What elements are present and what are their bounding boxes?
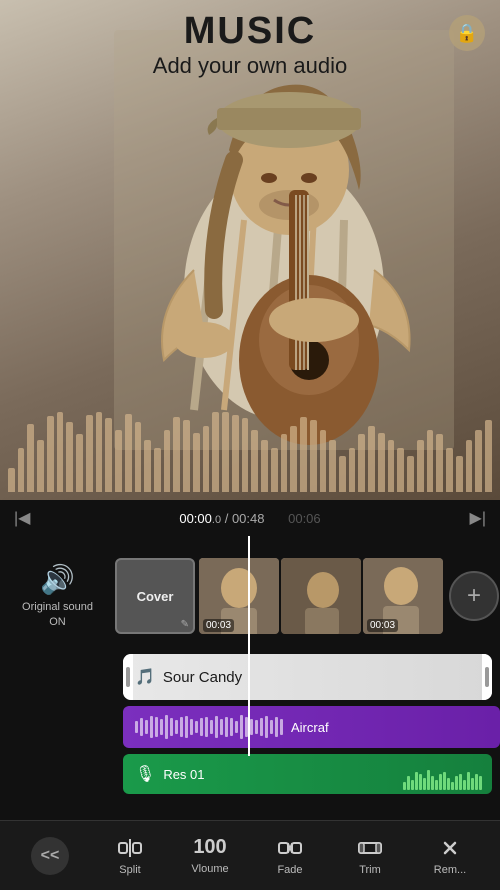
timeline-bar: |◀ 00:00.0 / 00:48 00:06 ▶|	[0, 500, 500, 536]
fade-button[interactable]: Fade	[250, 835, 330, 876]
time-display: 00:00.0 / 00:48 00:06	[42, 511, 457, 526]
tracks-area: 🔊 Original sound ON Cover ✎	[0, 536, 500, 854]
split-label: Split	[119, 864, 140, 876]
back-icon: <<	[41, 847, 60, 865]
audio-tracks: 🎵 Sour Candy Aircraf 🎙 Res 01	[115, 654, 500, 794]
timeline-cursor	[248, 536, 250, 756]
music-heading: MUSIC	[0, 10, 500, 53]
clip-thumb-1[interactable]: 00:03	[199, 558, 279, 634]
volume-value: 100	[193, 836, 226, 859]
original-sound-label: Original sound ON	[22, 600, 93, 629]
waveform-overlay	[0, 400, 500, 500]
music-title-overlay: MUSIC Add your own audio	[0, 10, 500, 79]
video-preview: MUSIC Add your own audio 🔒	[0, 0, 500, 500]
res01-label: Res 01	[163, 767, 204, 782]
music-subtitle: Add your own audio	[0, 53, 500, 79]
res01-track[interactable]: 🎙 Res 01	[123, 754, 492, 794]
back-button-circle[interactable]: <<	[31, 837, 69, 875]
volume-label: Vloume	[191, 863, 228, 875]
mic-icon: 🎙	[135, 764, 155, 784]
clips-strip: Cover ✎ 00:03	[115, 556, 500, 636]
skip-back-button[interactable]: |◀	[10, 506, 34, 530]
original-sound-row: 🔊 Original sound ON Cover ✎	[0, 546, 500, 646]
sour-candy-track[interactable]: 🎵 Sour Candy	[123, 654, 492, 700]
clip-thumb-2[interactable]	[281, 558, 361, 634]
remove-icon	[437, 835, 463, 861]
person-figure	[114, 30, 454, 450]
split-button[interactable]: Split	[90, 835, 170, 876]
remove-label: Rem...	[434, 864, 466, 876]
handle-dot-right	[485, 667, 489, 687]
split-icon	[117, 835, 143, 861]
sour-candy-handle-left[interactable]	[123, 654, 133, 700]
sour-candy-handle-right[interactable]	[482, 654, 492, 700]
bottom-toolbar: << Split 100 Vloume Fade	[0, 820, 500, 890]
aircraft-track[interactable]: Aircraf	[123, 706, 500, 748]
res01-waveform	[403, 770, 482, 790]
edit-icon[interactable]: ✎	[181, 619, 189, 630]
fade-label: Fade	[277, 864, 302, 876]
cover-clip[interactable]: Cover ✎	[115, 558, 195, 634]
original-sound-control[interactable]: 🔊 Original sound ON	[0, 563, 115, 629]
clip-thumb-2-inner	[281, 558, 361, 634]
aircraft-label: Aircraf	[291, 720, 329, 735]
trim-button[interactable]: Trim	[330, 835, 410, 876]
sour-candy-label: Sour Candy	[163, 669, 242, 686]
clip-thumb-3[interactable]: 00:03	[363, 558, 443, 634]
clip-3-duration: 00:03	[367, 619, 398, 632]
fade-icon	[277, 835, 303, 861]
trim-label: Trim	[359, 864, 381, 876]
volume-button[interactable]: 100 Vloume	[170, 836, 250, 875]
cover-label: Cover	[137, 589, 174, 604]
handle-dot-left	[126, 667, 130, 687]
trim-icon	[357, 835, 383, 861]
remove-button[interactable]: Rem...	[410, 835, 490, 876]
clip-1-duration: 00:03	[203, 619, 234, 632]
lock-icon[interactable]: 🔒	[449, 15, 485, 51]
sound-icon: 🔊	[40, 563, 75, 596]
music-note-icon: 🎵	[135, 667, 155, 687]
skip-forward-button[interactable]: ▶|	[466, 506, 490, 530]
aircraft-waveform	[135, 713, 283, 741]
add-clip-button[interactable]: +	[449, 571, 499, 621]
back-button[interactable]: <<	[10, 837, 90, 875]
